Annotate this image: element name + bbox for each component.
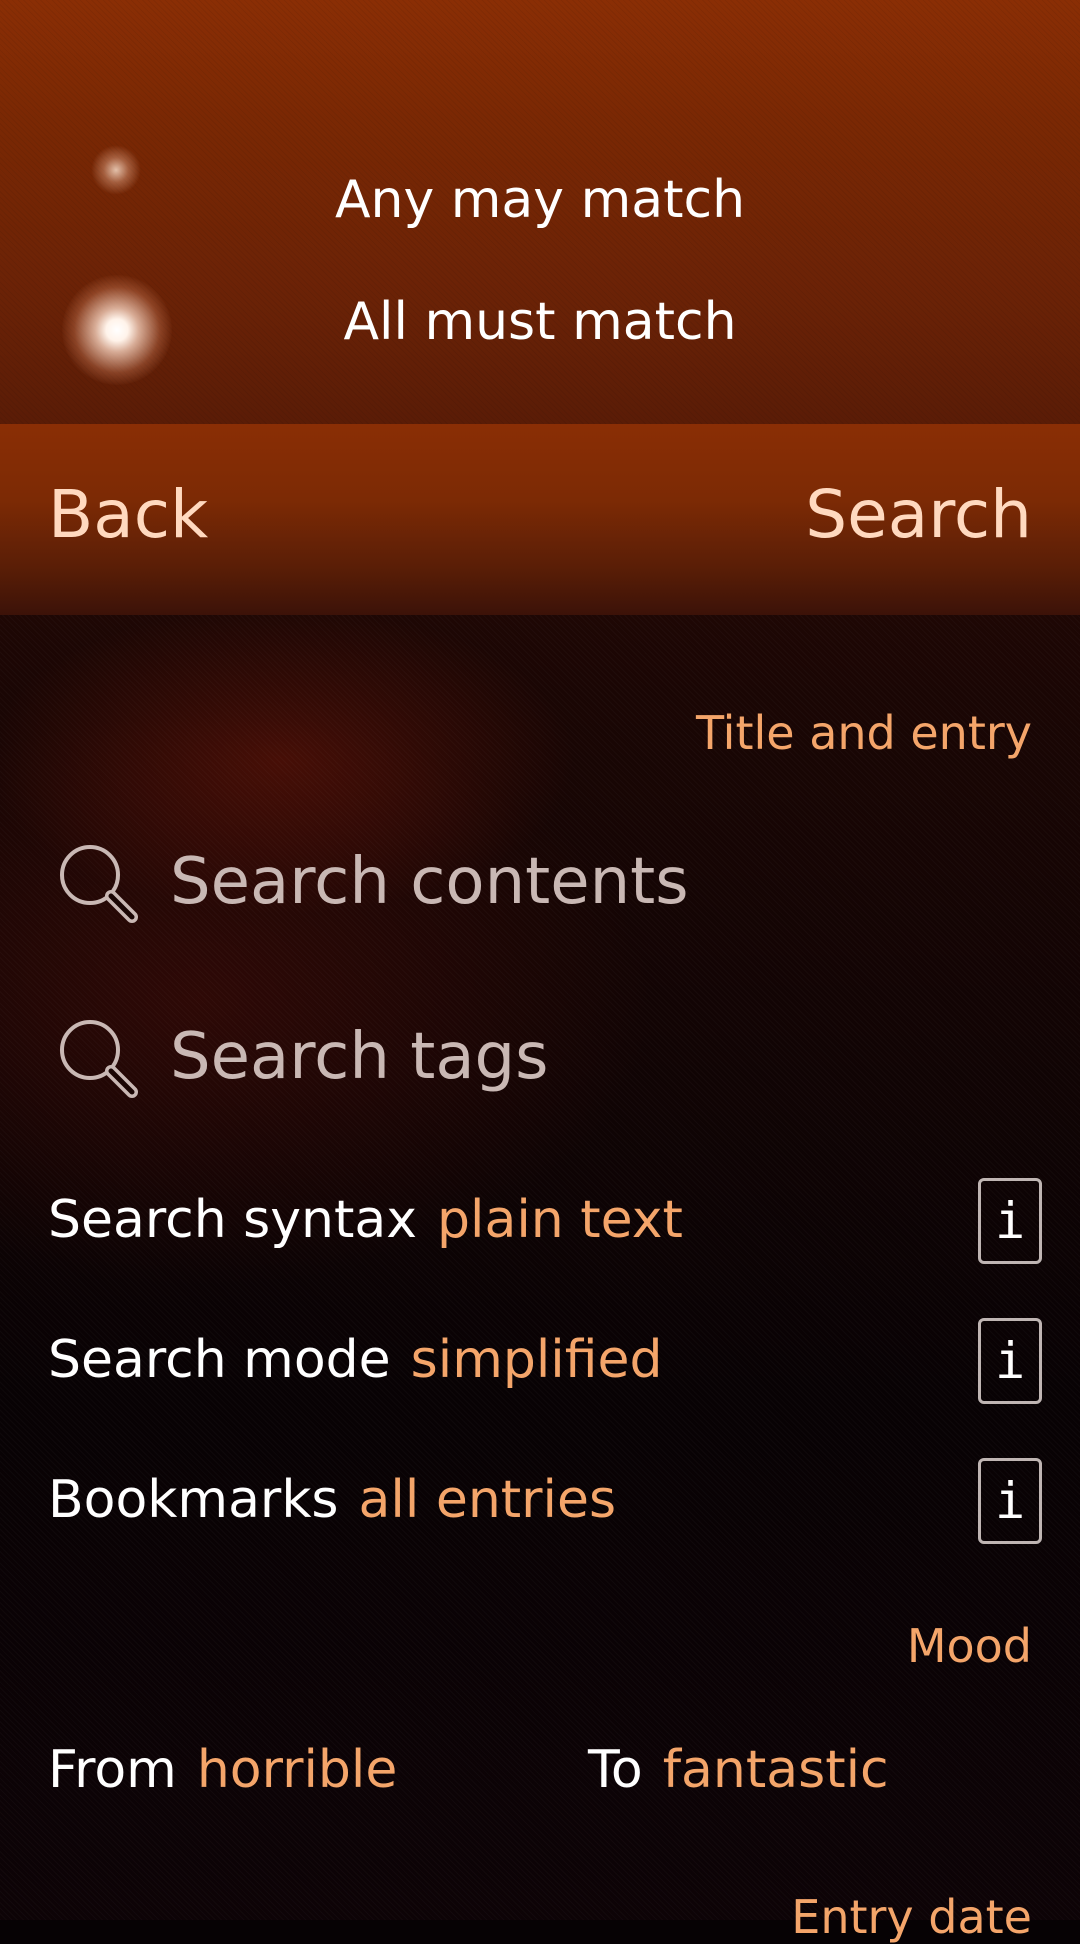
- search-tags-input[interactable]: [170, 1002, 1010, 1112]
- back-button[interactable]: Back: [48, 476, 208, 553]
- section-header-mood: Mood: [906, 1619, 1032, 1673]
- dialog-header: Back Search: [0, 424, 1080, 615]
- bookmarks-combo[interactable]: Bookmarks all entries i: [0, 1448, 1080, 1558]
- menu-item-all-must-match[interactable]: All must match: [0, 277, 1080, 367]
- bookmarks-label: Bookmarks: [48, 1470, 339, 1530]
- section-header-title-and-entry: Title and entry: [696, 706, 1032, 760]
- info-icon[interactable]: i: [978, 1458, 1042, 1544]
- search-syntax-label: Search syntax: [48, 1190, 418, 1250]
- search-mode-value: simplified: [410, 1330, 663, 1390]
- mood-from-value: horrible: [196, 1740, 398, 1800]
- info-icon[interactable]: i: [978, 1178, 1042, 1264]
- search-mode-label: Search mode: [48, 1330, 391, 1390]
- menu-item-any-may-match[interactable]: Any may match: [0, 155, 1080, 245]
- mood-to-value: fantastic: [662, 1740, 889, 1800]
- bookmarks-value: all entries: [358, 1470, 617, 1530]
- search-contents-field[interactable]: [48, 827, 1032, 937]
- search-icon: [60, 1020, 138, 1098]
- search-contents-input[interactable]: [170, 827, 1010, 937]
- search-button[interactable]: Search: [805, 476, 1032, 553]
- search-tags-field[interactable]: [48, 1002, 1032, 1112]
- mood-range-row: From horrible To fantastic: [0, 1740, 1080, 1820]
- mood-to-combo[interactable]: To fantastic: [588, 1740, 889, 1800]
- search-syntax-combo[interactable]: Search syntax plain text i: [0, 1168, 1080, 1278]
- search-mode-combo[interactable]: Search mode simplified i: [0, 1308, 1080, 1418]
- pulley-menu: Any may match All must match: [0, 0, 1080, 424]
- mood-from-label: From: [48, 1740, 177, 1800]
- info-icon[interactable]: i: [978, 1318, 1042, 1404]
- search-syntax-value: plain text: [437, 1190, 683, 1250]
- section-header-entry-date: Entry date: [791, 1890, 1032, 1944]
- search-icon: [60, 845, 138, 923]
- mood-from-combo[interactable]: From horrible: [48, 1740, 397, 1800]
- mood-to-label: To: [588, 1740, 643, 1800]
